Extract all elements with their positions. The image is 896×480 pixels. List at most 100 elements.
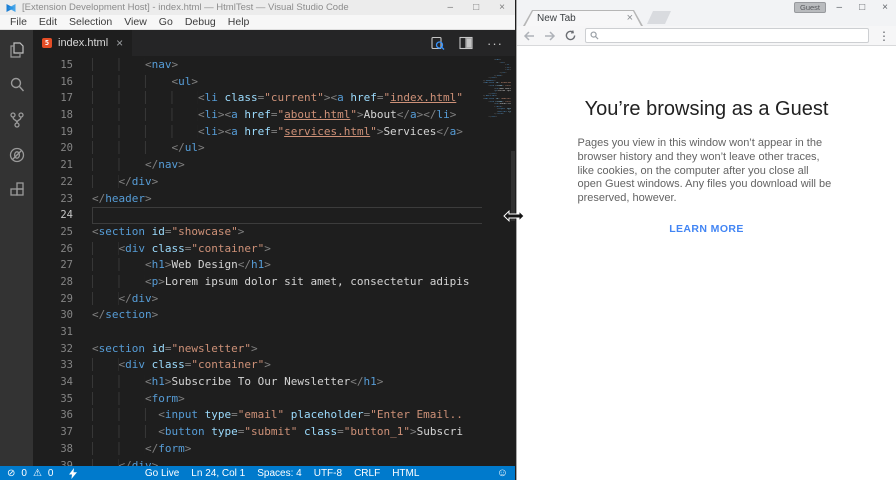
code-line-39[interactable]: 39 </div> (33, 458, 515, 466)
error-count[interactable]: 0 (21, 468, 27, 479)
explorer-icon[interactable] (7, 40, 27, 60)
code-line-35[interactable]: 35 <form> (33, 391, 515, 408)
code-line-30[interactable]: 30 </section> (33, 307, 515, 324)
menu-edit[interactable]: Edit (33, 16, 63, 28)
code-line-16[interactable]: 16 <ul> (33, 74, 515, 91)
code-line-32[interactable]: 32 <section id="newsletter"> (33, 341, 515, 358)
status-utf-8[interactable]: UTF-8 (314, 468, 342, 479)
menu-view[interactable]: View (118, 16, 153, 28)
browser-tab-close-icon[interactable]: × (627, 12, 633, 24)
open-preview-icon[interactable] (430, 36, 445, 51)
browser-toolbar: ⋮ (517, 26, 896, 46)
code-line-20[interactable]: 20 </ul> (33, 140, 515, 157)
status-crlf[interactable]: CRLF (354, 468, 380, 479)
code-line-31[interactable]: 31 (33, 324, 515, 341)
feedback-smiley-icon[interactable]: ☺ (497, 467, 508, 479)
new-tab-button[interactable] (647, 11, 671, 24)
code-line-27[interactable]: 27 <h1>Web Design</h1> (33, 257, 515, 274)
code-line-38[interactable]: 38 </form> (33, 441, 515, 458)
menubar: File Edit Selection View Go Debug Help (0, 15, 515, 30)
code-area[interactable]: 15 <nav> 16 <ul> 17 <li class="current"><a… (33, 57, 515, 466)
code-line-25[interactable]: 25 <section id="showcase"> (33, 224, 515, 241)
html-file-icon: 5 (42, 38, 52, 48)
line-number: 18 (60, 109, 73, 122)
code-line-36[interactable]: 36 <input type="email" placeholder="Ente… (33, 407, 515, 424)
code-line-37[interactable]: 37 <button type="submit" class="button_1… (33, 424, 515, 441)
line-number: 17 (60, 92, 73, 105)
browser-maximize-button[interactable]: □ (859, 2, 865, 13)
guest-profile-badge[interactable]: Guest (793, 2, 826, 13)
more-actions-icon[interactable]: ··· (487, 36, 503, 51)
menu-go[interactable]: Go (153, 16, 179, 28)
browser-minimize-button[interactable]: – (837, 2, 843, 13)
line-number: 32 (60, 342, 73, 355)
vscode-window: [Extension Development Host] - index.htm… (0, 0, 515, 480)
code-editor[interactable]: 15 <nav> 16 <ul> 17 <li class="current"><a… (33, 56, 515, 466)
activity-bar (0, 30, 33, 466)
line-number: 35 (60, 392, 73, 405)
code-line-26[interactable]: 26 <div class="container"> (33, 241, 515, 258)
status-ln-24-col-1[interactable]: Ln 24, Col 1 (191, 468, 245, 479)
code-line-15[interactable]: 15 <nav> (33, 57, 515, 74)
browser-menu-icon[interactable]: ⋮ (878, 29, 890, 43)
debug-icon[interactable] (7, 145, 27, 165)
tab-index-html[interactable]: 5 index.html × (33, 30, 133, 56)
line-number: 37 (60, 426, 73, 439)
line-number: 22 (60, 175, 73, 188)
status-html[interactable]: HTML (392, 468, 419, 479)
address-input[interactable] (603, 29, 864, 42)
tab-close-icon[interactable]: × (116, 37, 123, 49)
menu-help[interactable]: Help (222, 16, 256, 28)
menu-debug[interactable]: Debug (179, 16, 222, 28)
status-go-live[interactable]: Go Live (145, 468, 179, 479)
warning-count[interactable]: 0 (48, 468, 54, 479)
reload-icon[interactable] (565, 30, 576, 41)
menu-file[interactable]: File (4, 16, 33, 28)
minimap[interactable]: <nav> <ul> <li class="current"><a href="… (482, 56, 515, 466)
browser-titlebar[interactable]: New Tab × Guest – □ × (517, 0, 896, 26)
line-number: 23 (60, 192, 73, 205)
learn-more-link[interactable]: LEARN MORE (517, 223, 896, 235)
code-line-34[interactable]: 34 <h1>Subscribe To Our Newsletter</h1> (33, 374, 515, 391)
vscode-titlebar[interactable]: [Extension Development Host] - index.htm… (0, 0, 515, 15)
code-line-28[interactable]: 28 <p>Lorem ipsum dolor sit amet, consec… (33, 274, 515, 291)
menu-selection[interactable]: Selection (63, 16, 118, 28)
code-line-18[interactable]: 18 <li><a href="about.html">About</a></l… (33, 107, 515, 124)
vscode-maximize-button[interactable]: □ (473, 2, 479, 13)
code-line-21[interactable]: 21 </nav> (33, 157, 515, 174)
search-icon[interactable] (7, 75, 27, 95)
code-line-19[interactable]: 19 <li><a href="services.html">Services<… (33, 124, 515, 141)
status-spaces-4[interactable]: Spaces: 4 (257, 468, 301, 479)
line-number: 16 (60, 75, 73, 88)
vscode-close-button[interactable]: × (499, 2, 505, 13)
editor-tabbar: 5 index.html × ··· (33, 30, 515, 56)
line-number: 27 (60, 259, 73, 272)
line-number: 15 (60, 59, 73, 71)
code-line-33[interactable]: 33 <div class="container"> (33, 357, 515, 374)
line-number: 31 (60, 326, 73, 338)
status-right-items: Go Live Ln 24, Col 1 Spaces: 4 UTF-8 CRLF HTM… (145, 468, 420, 479)
line-number: 38 (60, 442, 73, 455)
extensions-icon[interactable] (7, 180, 27, 200)
line-number: 36 (60, 409, 73, 422)
source-control-icon[interactable] (7, 110, 27, 130)
lightning-bolt-icon[interactable] (69, 467, 78, 479)
code-line-23[interactable]: 23 </header> (33, 191, 515, 208)
code-line-29[interactable]: 29 </div> (33, 291, 515, 308)
warnings-icon[interactable]: ⚠ (33, 468, 42, 479)
browser-close-button[interactable]: × (882, 2, 888, 13)
code-line-17[interactable]: 17 <li class="current"><a href="index.ht… (33, 90, 515, 107)
code-line-22[interactable]: 22 </div> (33, 174, 515, 191)
code-line-24[interactable]: 24 (33, 207, 515, 224)
vscode-minimize-button[interactable]: – (448, 2, 454, 13)
errors-icon[interactable]: ⊘ (7, 468, 15, 479)
address-search-icon (590, 31, 599, 40)
guest-page: You’re browsing as a Guest Pages you vie… (517, 46, 896, 479)
back-icon[interactable] (523, 30, 535, 41)
split-editor-icon[interactable] (459, 36, 473, 50)
forward-icon[interactable] (544, 30, 556, 41)
vscode-window-title: [Extension Development Host] - index.htm… (22, 2, 349, 13)
browser-tab-new-tab[interactable]: New Tab × (523, 10, 643, 26)
address-bar[interactable] (585, 28, 869, 43)
horizontal-resize-cursor-icon (503, 210, 525, 222)
